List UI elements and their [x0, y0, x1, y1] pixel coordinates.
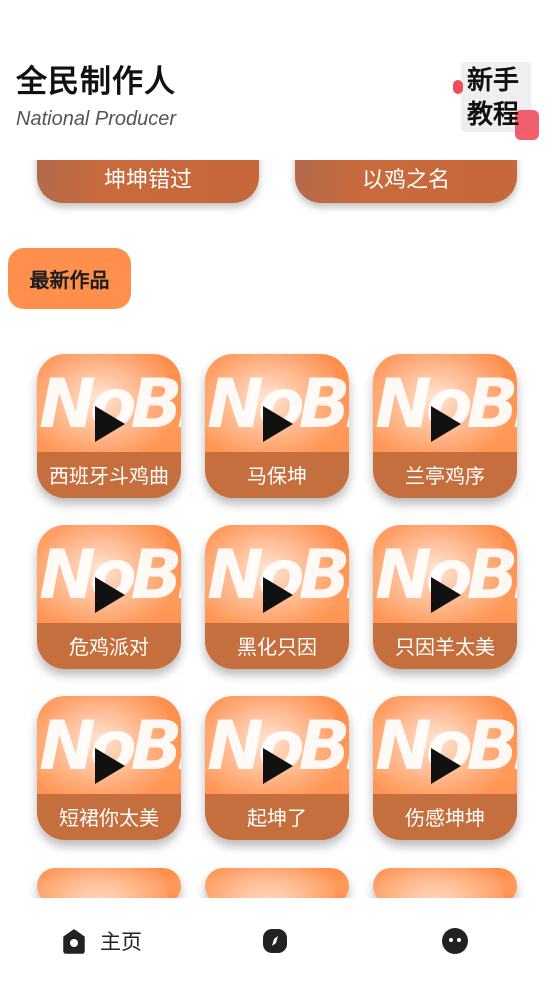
work-card[interactable]: NoBr 西班牙斗鸡曲 — [37, 354, 181, 498]
work-title: 西班牙斗鸡曲 — [49, 464, 169, 488]
play-icon[interactable] — [93, 746, 127, 786]
app-header: 全民制作人 National Producer 新手教程 — [0, 0, 554, 160]
tutorial-button[interactable]: 新手教程 — [453, 58, 543, 144]
work-card[interactable]: NoBr 马保坤 — [205, 354, 349, 498]
play-icon[interactable] — [429, 575, 463, 615]
work-card[interactable]: NoBr 黑化只因 — [205, 525, 349, 669]
play-icon[interactable] — [261, 404, 295, 444]
work-title: 黑化只因 — [237, 635, 317, 659]
play-icon[interactable] — [93, 404, 127, 444]
play-icon[interactable] — [261, 746, 295, 786]
page-title: 全民制作人 — [16, 64, 176, 100]
chat-face-icon — [442, 928, 468, 954]
nav-item-discover[interactable] — [261, 926, 289, 956]
work-card[interactable]: NoBr 伤感坤坤 — [373, 696, 517, 840]
play-icon[interactable] — [429, 746, 463, 786]
nav-home-label: 主页 — [100, 930, 142, 954]
nav-item-profile[interactable] — [440, 926, 470, 956]
bottom-nav: 主页 — [0, 898, 554, 985]
work-title: 短裙你太美 — [59, 806, 159, 830]
work-card[interactable]: NoBr 起坤了 — [205, 696, 349, 840]
work-card[interactable]: NoBr 危鸡派对 — [37, 525, 181, 669]
work-title: 伤感坤坤 — [405, 806, 485, 830]
work-title: 马保坤 — [247, 464, 307, 488]
tutorial-label: 新手教程 — [467, 66, 520, 130]
tutorial-accent-dot — [453, 80, 463, 94]
work-card[interactable]: NoBr 短裙你太美 — [37, 696, 181, 840]
play-icon[interactable] — [429, 404, 463, 444]
play-icon[interactable] — [261, 575, 295, 615]
work-card[interactable]: NoBr 兰亭鸡序 — [373, 354, 517, 498]
work-title: 危鸡派对 — [69, 635, 149, 659]
work-title: 兰亭鸡序 — [405, 464, 485, 488]
work-title: 起坤了 — [247, 806, 307, 830]
play-icon[interactable] — [93, 575, 127, 615]
compass-icon — [263, 929, 287, 953]
nav-item-home[interactable]: 主页 — [60, 926, 142, 956]
page-subtitle: National Producer — [16, 108, 177, 130]
work-card[interactable]: NoBr 只因羊太美 — [373, 525, 517, 669]
home-icon — [63, 929, 85, 954]
work-title: 只因羊太美 — [395, 635, 495, 659]
